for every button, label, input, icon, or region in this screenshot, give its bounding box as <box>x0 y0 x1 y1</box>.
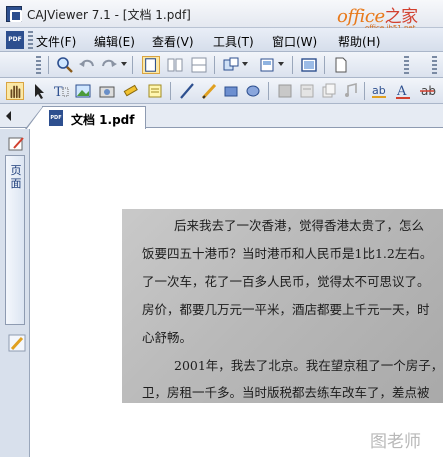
menu-window[interactable]: 窗口(W) <box>272 33 317 50</box>
document-tab-strip: PDF 文档 1.pdf <box>0 104 443 130</box>
tab-label: 文档 1.pdf <box>71 113 135 127</box>
pen-icon[interactable] <box>178 82 196 100</box>
tulaoshi-watermark: 图老师 <box>370 432 421 452</box>
ocr-icon[interactable] <box>298 82 316 100</box>
hand-tool-icon[interactable] <box>6 82 24 100</box>
audio-icon[interactable] <box>342 82 360 100</box>
toolbar-separator <box>268 82 269 100</box>
doc-text-line: 2001年，我去了北京。我在望京租了一个房子， <box>174 358 443 373</box>
view-mode-dropdown-icon[interactable] <box>278 62 284 66</box>
doc-text-line: 后来我去了一次香港，觉得香港太贵了，怎么 <box>174 218 425 233</box>
pdf-file-icon: PDF <box>49 110 63 126</box>
redo-icon[interactable] <box>100 56 118 74</box>
main-toolbar <box>0 52 443 78</box>
text-select-icon[interactable]: T <box>52 82 70 100</box>
toolbar-grip-icon[interactable] <box>432 56 437 74</box>
svg-text:T: T <box>54 85 63 100</box>
toolbar-separator <box>364 82 365 100</box>
strike-icon[interactable]: ab <box>418 82 436 100</box>
tab-scroll-left-icon[interactable] <box>6 111 11 121</box>
layout-icon[interactable] <box>222 56 240 74</box>
toolbar-separator <box>132 56 133 74</box>
doc-text-line: 房价，都要几万元一平米，酒店都要上千元一天，时 <box>142 302 430 317</box>
ellipse-icon[interactable] <box>244 82 262 100</box>
doc-text-line: 心舒畅。 <box>142 330 193 345</box>
annotation-toolbar: T ab A ab <box>0 78 443 104</box>
menu-file[interactable]: 文件(F) <box>36 33 76 50</box>
bookmark-edit-icon[interactable] <box>8 136 25 151</box>
pencil-icon[interactable] <box>200 82 218 100</box>
note-icon[interactable] <box>146 82 164 100</box>
new-page-icon[interactable] <box>332 56 350 74</box>
select-arrow-icon[interactable] <box>30 82 48 100</box>
svg-text:ab: ab <box>372 84 386 97</box>
document-viewport[interactable]: 后来我去了一次香港，觉得香港太贵了，怎么 饭要四五十港币？当时港币和人民币是1比… <box>30 129 443 457</box>
image-select-icon[interactable] <box>74 82 92 100</box>
two-page-icon[interactable] <box>166 56 184 74</box>
undo-icon[interactable] <box>78 56 96 74</box>
search-icon[interactable] <box>56 56 74 74</box>
single-page-icon[interactable] <box>142 56 160 74</box>
side-tab-label: 页面 <box>10 164 22 190</box>
window-title: CAJViewer 7.1 - [文档 1.pdf] <box>27 8 191 22</box>
toolbar-separator <box>170 82 171 100</box>
app-logo-icon <box>6 6 22 22</box>
doc-text-line: 了一次车，花了一百多人民币，觉得太不可思议了。 <box>142 274 430 289</box>
toolbar-separator <box>324 56 325 74</box>
menu-edit[interactable]: 编辑(E) <box>94 33 135 50</box>
svg-text:A: A <box>396 84 407 99</box>
toolbar-separator <box>214 56 215 74</box>
underline-icon[interactable]: ab <box>370 82 388 100</box>
toolbar-grip-icon[interactable] <box>36 56 41 74</box>
menu-tools[interactable]: 工具(T) <box>213 33 254 50</box>
doc-text-line: 饭要四五十港币？当时港币和人民币是1比1.2左右。 <box>142 246 433 261</box>
highlight-marker-icon[interactable] <box>122 82 140 100</box>
menu-bar: PDF 文件(F) 编辑(E) 查看(V) 工具(T) 窗口(W) 帮助(H) <box>0 28 443 52</box>
menu-help[interactable]: 帮助(H) <box>338 33 380 50</box>
fit-screen-icon[interactable] <box>300 56 318 74</box>
toolbar-separator <box>48 56 49 74</box>
snapshot-icon[interactable] <box>98 82 116 100</box>
scanned-page-image: 后来我去了一次香港，觉得香港太贵了，怎么 饭要四五十港币？当时港币和人民币是1比… <box>122 209 443 403</box>
split-view-icon[interactable] <box>190 56 208 74</box>
toolbar-separator <box>292 56 293 74</box>
eraser-icon[interactable] <box>276 82 294 100</box>
toolbar-grip-icon[interactable] <box>404 56 409 74</box>
view-mode-icon[interactable] <box>258 56 276 74</box>
doc-text-line: 卫，房租一千多。当时版税都去练车改车了，差点被 <box>142 385 430 400</box>
side-tab-pages[interactable]: 页面 <box>5 155 25 325</box>
menu-view[interactable]: 查看(V) <box>152 33 194 50</box>
title-bar: CAJViewer 7.1 - [文档 1.pdf] office之家 offi… <box>0 0 443 32</box>
toolbar-grip-icon[interactable] <box>28 31 33 49</box>
font-color-icon[interactable]: A <box>394 82 412 100</box>
copy-icon[interactable] <box>320 82 338 100</box>
tab-document[interactable]: PDF 文档 1.pdf <box>25 106 146 130</box>
pdf-app-icon[interactable]: PDF <box>6 31 24 49</box>
side-panel: 页面 <box>0 129 30 457</box>
rectangle-icon[interactable] <box>222 82 240 100</box>
redo-dropdown-icon[interactable] <box>121 62 127 66</box>
layout-dropdown-icon[interactable] <box>242 62 248 66</box>
pen-annotate-icon[interactable] <box>8 334 26 352</box>
